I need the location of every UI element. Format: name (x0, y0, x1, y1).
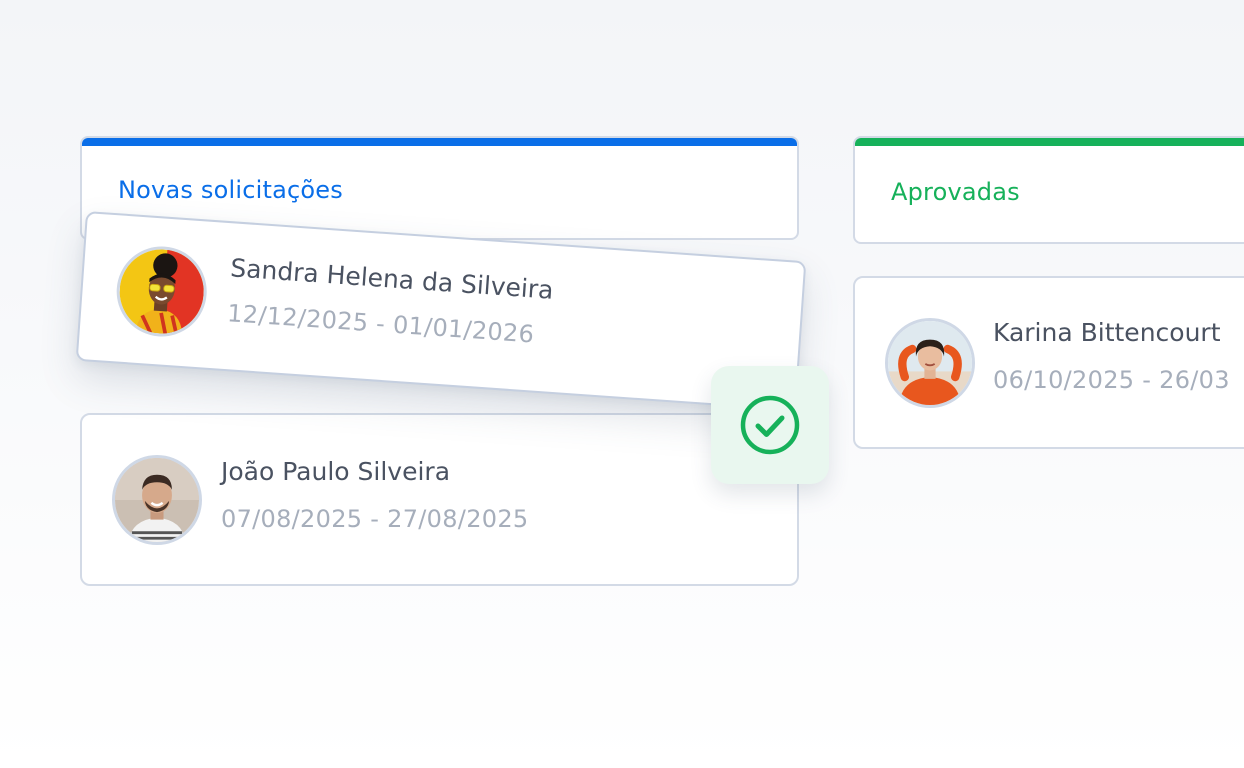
column-accent-bar (855, 138, 1244, 146)
requester-name: Sandra Helena da Silveira (229, 253, 555, 305)
requester-name: Karina Bittencourt (993, 318, 1221, 347)
request-dates: 06/10/2025 - 26/03 (993, 366, 1230, 394)
check-circle-icon (740, 395, 800, 455)
request-dates: 07/08/2025 - 27/08/2025 (221, 505, 529, 533)
avatar (885, 318, 975, 408)
avatar (112, 455, 202, 545)
column-title: Aprovadas (891, 178, 1020, 206)
request-card-karina[interactable]: Karina Bittencourt 06/10/2025 - 26/03 (853, 276, 1244, 449)
avatar-photo-icon (115, 458, 199, 542)
request-dates: 12/12/2025 - 01/01/2026 (226, 299, 536, 349)
request-card-sandra[interactable]: Sandra Helena da Silveira 12/12/2025 - 0… (75, 211, 807, 411)
column-title: Novas solicitações (118, 176, 343, 204)
approve-button[interactable] (711, 366, 829, 484)
column-accent-bar (82, 138, 797, 146)
request-card-joao[interactable]: João Paulo Silveira 07/08/2025 - 27/08/2… (80, 413, 799, 586)
requester-name: João Paulo Silveira (221, 457, 451, 486)
avatar (113, 243, 210, 340)
avatar-photo-icon (116, 246, 207, 337)
avatar-photo-icon (888, 321, 972, 405)
column-header-aprovadas: Aprovadas (853, 136, 1244, 244)
